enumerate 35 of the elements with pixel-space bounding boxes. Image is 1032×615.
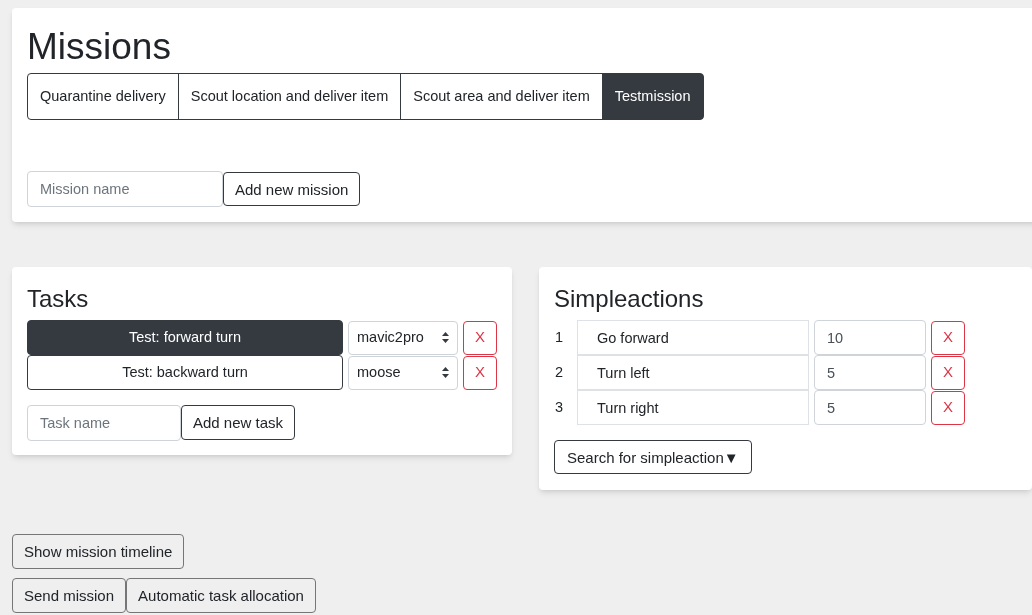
simpleactions-title: Simpleactions [554, 287, 705, 311]
task-name-field[interactable]: Task name [27, 405, 181, 441]
mission-tab[interactable]: Scout location and deliver item [177, 73, 402, 120]
value-field[interactable]: 10 [814, 320, 926, 355]
row-number: 1 [554, 327, 565, 347]
sort-icon [442, 332, 449, 343]
value-field[interactable]: 5 [814, 390, 926, 425]
simpleaction-name: Turn left [577, 355, 809, 390]
task-button[interactable]: Test: backward turn [27, 355, 343, 390]
missions-title: Missions [27, 28, 172, 65]
send-mission-button[interactable]: Send mission [12, 578, 127, 613]
add-task-button[interactable]: Add new task [181, 405, 296, 440]
add-mission-button[interactable]: Add new mission [223, 172, 361, 206]
mission-tab[interactable]: Scout area and deliver item [400, 73, 603, 120]
delete-button[interactable]: X [931, 355, 965, 390]
delete-button[interactable]: X [931, 390, 965, 425]
delete-button[interactable]: X [463, 355, 497, 390]
tasks-title: Tasks [27, 287, 90, 311]
value-field[interactable]: 5 [814, 355, 926, 390]
mission-tab[interactable]: Quarantine delivery [27, 73, 179, 120]
drone-select[interactable]: mavic2pro [348, 320, 458, 355]
search-simpleaction-button[interactable]: Search for simpleaction▼ [554, 440, 752, 474]
mission-name-field[interactable]: Mission name [27, 171, 223, 207]
task-allocation-button[interactable]: Automatic task allocation [126, 578, 316, 613]
simpleaction-name: Go forward [577, 320, 809, 355]
show-timeline-button[interactable]: Show mission timeline [12, 534, 185, 569]
drone-select[interactable]: moose [348, 355, 458, 390]
simpleaction-name: Turn right [577, 390, 809, 425]
delete-button[interactable]: X [931, 320, 965, 355]
mission-tab[interactable]: Testmission [601, 73, 704, 120]
delete-button[interactable]: X [463, 320, 497, 355]
task-button[interactable]: Test: forward turn [27, 320, 343, 355]
row-number: 3 [554, 397, 565, 417]
row-number: 2 [554, 362, 565, 382]
sort-icon [442, 367, 449, 378]
